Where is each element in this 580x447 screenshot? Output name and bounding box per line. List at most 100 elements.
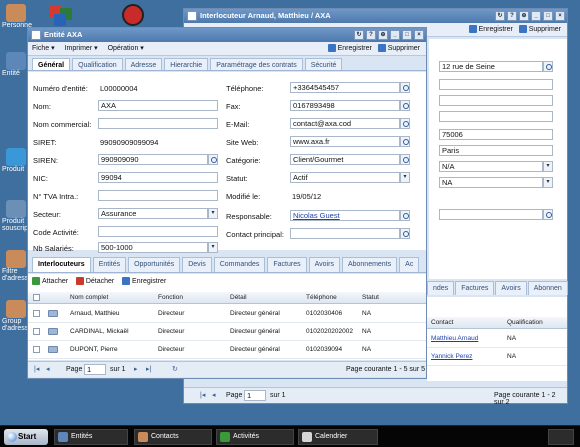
tab-parametrage[interactable]: Paramétrage des contrats [210, 58, 303, 70]
minimize-icon[interactable]: _ [390, 30, 400, 40]
select-1[interactable]: N/A [439, 161, 543, 172]
tab-commandes[interactable]: Commandes [213, 257, 266, 272]
tva-field[interactable] [98, 190, 218, 201]
address-line-2-field[interactable] [439, 79, 553, 90]
telephone-field[interactable]: +3364545457 [290, 82, 400, 93]
tab-avoirs[interactable]: Avoirs [495, 281, 527, 295]
tab-commandes[interactable]: ndes [427, 281, 455, 295]
tab-factures[interactable]: Factures [267, 257, 307, 272]
tab-factures[interactable]: Factures [455, 281, 495, 295]
tab-general[interactable]: Général [32, 58, 71, 70]
lookup-field[interactable] [439, 209, 543, 220]
next-page-icon[interactable]: ▸ [134, 365, 138, 373]
desktop-icon-entite[interactable]: Entité [2, 52, 30, 77]
first-page-icon[interactable]: |◂ [34, 365, 39, 373]
code-activite-field[interactable] [98, 226, 218, 237]
phone-icon[interactable] [400, 100, 410, 111]
delete-button[interactable]: Supprimer [518, 25, 561, 34]
tab-activites[interactable]: Ac [399, 257, 420, 272]
tab-adresse[interactable]: Adresse [124, 58, 163, 70]
address-line-3-field[interactable] [439, 95, 553, 106]
table-row[interactable]: Matthieu Arnaud NA [427, 330, 567, 348]
prev-page-icon[interactable]: ◂ [46, 365, 50, 373]
grid-save-button[interactable]: Enregistrer [122, 277, 166, 285]
tab-entites[interactable]: Entités [92, 257, 127, 272]
categorie-field[interactable]: Client/Gourmet [290, 154, 400, 165]
help-icon[interactable]: ? [366, 30, 376, 40]
tab-abonnements[interactable]: Abonnen [527, 281, 568, 295]
desktop-icon-filtre[interactable]: Filtre d'adress [2, 250, 30, 282]
folder-icon[interactable] [48, 310, 58, 317]
chevron-down-icon[interactable]: ▾ [400, 172, 410, 183]
contact-principal-field[interactable] [290, 228, 400, 239]
select-all-checkbox[interactable] [33, 294, 40, 301]
maximize-icon[interactable]: □ [402, 30, 412, 40]
secteur-select[interactable]: Assurance [98, 208, 208, 219]
nb-salaries-select[interactable]: 500-1000 [98, 242, 208, 253]
minimize-icon[interactable]: _ [531, 11, 541, 21]
siren-field[interactable]: 990909090 [98, 154, 208, 165]
task-activites[interactable]: Activités [216, 429, 294, 445]
save-button[interactable]: Enregistrer [327, 44, 372, 53]
refresh-icon[interactable]: ↻ [495, 11, 505, 21]
tab-hierarchie[interactable]: Hierarchie [164, 58, 209, 70]
row-checkbox[interactable] [33, 328, 40, 335]
menu-imprimer[interactable]: Imprimer ▾ [65, 45, 98, 52]
desktop-icon-produit[interactable]: Produit [2, 148, 30, 173]
attach-button[interactable]: Attacher [32, 277, 68, 285]
statut-select[interactable]: Actif [290, 172, 400, 183]
menu-operation[interactable]: Opération ▾ [108, 45, 144, 52]
table-row[interactable]: Arnaud, Matthieu Directeur Directeur gén… [28, 305, 426, 323]
select-2[interactable]: NA [439, 177, 543, 188]
row-checkbox[interactable] [33, 346, 40, 353]
window-titlebar[interactable]: Interlocuteur Arnaud, Matthieu / AXA ↻ ?… [184, 9, 567, 23]
delete-button[interactable]: Supprimer [377, 44, 420, 53]
table-row[interactable]: DUPONT, Pierre Directeur Directeur génér… [28, 341, 426, 359]
task-calendrier[interactable]: Calendrier [298, 429, 378, 445]
show-desktop-icon[interactable] [548, 429, 574, 445]
mail-icon[interactable] [400, 118, 410, 129]
responsable-field[interactable]: Nicolas Guest [290, 210, 400, 221]
help-icon[interactable]: ? [507, 11, 517, 21]
chevron-down-icon[interactable]: ▾ [543, 161, 553, 172]
task-entites[interactable]: Entités [54, 429, 128, 445]
search-icon[interactable] [543, 61, 553, 72]
chevron-down-icon[interactable]: ▾ [543, 177, 553, 188]
pin-icon[interactable]: ⊕ [378, 30, 388, 40]
nic-field[interactable]: 99094 [98, 172, 218, 183]
tab-avoirs[interactable]: Avoirs [308, 257, 340, 272]
desktop-icon-groupe[interactable]: Group d'adresse [2, 300, 32, 332]
table-row[interactable]: CARDINAL, Mickaël Directeur Directeur gé… [28, 323, 426, 341]
table-row[interactable]: Yannick Perez NA [427, 348, 567, 366]
nom-field[interactable]: AXA [98, 100, 218, 111]
start-button[interactable]: Start [4, 429, 48, 445]
folder-icon[interactable] [48, 346, 58, 353]
tab-devis[interactable]: Devis [182, 257, 212, 272]
prev-page-icon[interactable]: ◂ [212, 391, 216, 399]
first-page-icon[interactable]: |◂ [200, 391, 205, 399]
window-titlebar[interactable]: Entité AXA ↻ ? ⊕ _ □ × [28, 28, 426, 42]
address-line-4-field[interactable] [439, 111, 553, 122]
tab-securite[interactable]: Sécurité [304, 58, 343, 70]
close-icon[interactable]: × [555, 11, 565, 21]
search-icon[interactable] [543, 209, 553, 220]
search-icon[interactable] [400, 154, 410, 165]
search-icon[interactable] [208, 154, 218, 165]
refresh-icon[interactable]: ↻ [172, 365, 178, 373]
last-page-icon[interactable]: ▸| [146, 365, 151, 373]
street-field[interactable]: 12 rue de Seine [439, 61, 543, 72]
tab-opportunites[interactable]: Opportunités [128, 257, 181, 272]
phone-icon[interactable] [400, 82, 410, 93]
search-icon[interactable] [400, 228, 410, 239]
detach-button[interactable]: Détacher [75, 277, 114, 285]
menu-fiche[interactable]: Fiche ▾ [32, 45, 55, 52]
page-input[interactable]: 1 [244, 390, 266, 401]
search-icon[interactable] [400, 210, 410, 221]
site-web-field[interactable]: www.axa.fr [290, 136, 400, 147]
row-checkbox[interactable] [33, 310, 40, 317]
desktop-icon-personne[interactable]: Personne [2, 4, 32, 29]
pin-icon[interactable]: ⊕ [519, 11, 529, 21]
chevron-down-icon[interactable]: ▾ [208, 208, 218, 219]
close-icon[interactable]: × [414, 30, 424, 40]
tab-qualification[interactable]: Qualification [72, 58, 123, 70]
